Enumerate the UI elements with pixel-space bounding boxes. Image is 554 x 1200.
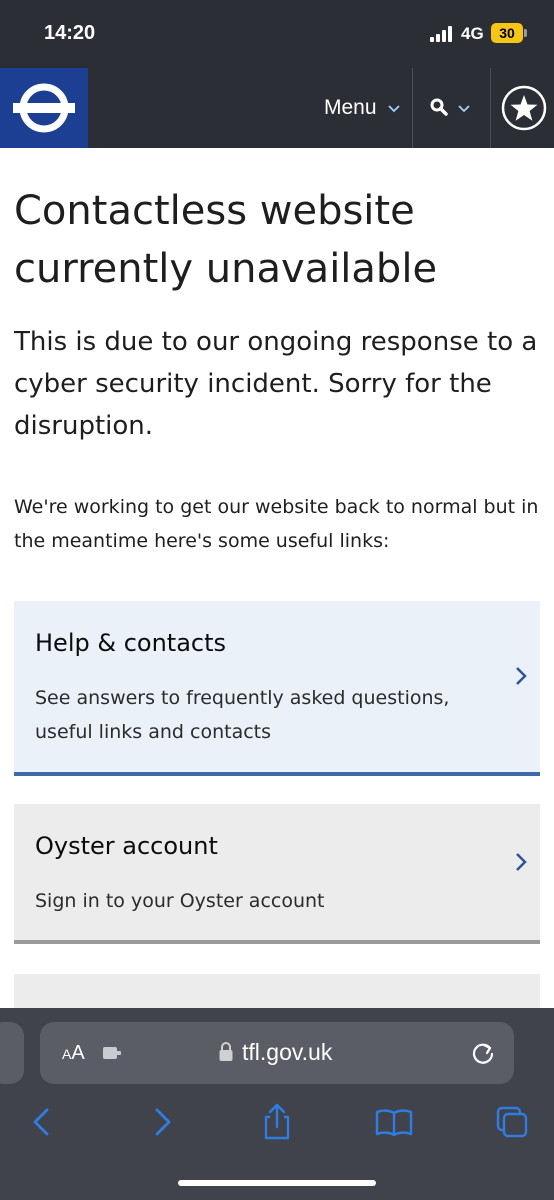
header-divider	[412, 68, 413, 148]
tfl-logo-link[interactable]	[0, 68, 88, 148]
menu-label: Menu	[324, 96, 377, 119]
header-divider	[490, 68, 491, 148]
bookmarks-icon[interactable]	[374, 1102, 414, 1142]
chevron-right-icon	[516, 667, 527, 685]
extension-icon[interactable]	[102, 1044, 122, 1062]
page-title: Contactless website currently unavailabl…	[14, 188, 438, 292]
star-icon	[501, 85, 547, 131]
battery-icon: 30	[491, 23, 523, 43]
forward-icon[interactable]	[142, 1102, 182, 1142]
site-header: Menu	[0, 68, 554, 148]
browser-toolbar: AA tfl.gov.uk	[0, 1008, 554, 1200]
share-icon[interactable]	[257, 1102, 297, 1142]
signal-icon	[430, 26, 454, 42]
oyster-account-card[interactable]: Oyster account Sign in to your Oyster ac…	[14, 804, 540, 944]
status-bar: 14:20 4G 30	[0, 0, 554, 68]
home-indicator	[178, 1180, 376, 1186]
tabs-icon[interactable]	[492, 1102, 532, 1142]
network-type: 4G	[461, 24, 484, 43]
favourites-button[interactable]	[492, 68, 554, 148]
chevron-right-icon	[516, 853, 527, 871]
address-bar[interactable]: AA tfl.gov.uk	[40, 1022, 514, 1084]
card-title: Help & contacts	[35, 629, 227, 657]
help-contacts-card[interactable]: Help & contacts See answers to frequentl…	[14, 601, 540, 776]
chevron-down-icon	[388, 105, 400, 113]
search-icon	[430, 98, 448, 116]
tfl-roundel-logo	[13, 83, 75, 133]
battery-tip	[524, 29, 527, 37]
body-paragraph: We're working to get our website back to…	[14, 496, 539, 552]
chevron-down-icon	[458, 105, 470, 113]
previous-tab-preview[interactable]	[0, 1022, 24, 1084]
page-settings-button[interactable]: AA	[62, 1042, 85, 1065]
search-button[interactable]	[414, 68, 488, 148]
card-title: Oyster account	[35, 832, 218, 860]
menu-button[interactable]: Menu	[318, 68, 412, 148]
back-icon[interactable]	[22, 1102, 62, 1142]
card-description: Sign in to your Oyster account	[35, 890, 325, 912]
card-description: See answers to frequently asked question…	[35, 687, 450, 743]
url-text: tfl.gov.uk	[242, 1039, 333, 1065]
lock-icon	[219, 1042, 233, 1061]
reload-icon[interactable]	[470, 1040, 496, 1066]
status-time: 14:20	[44, 22, 96, 44]
lead-paragraph: This is due to our ongoing response to a…	[14, 327, 538, 441]
